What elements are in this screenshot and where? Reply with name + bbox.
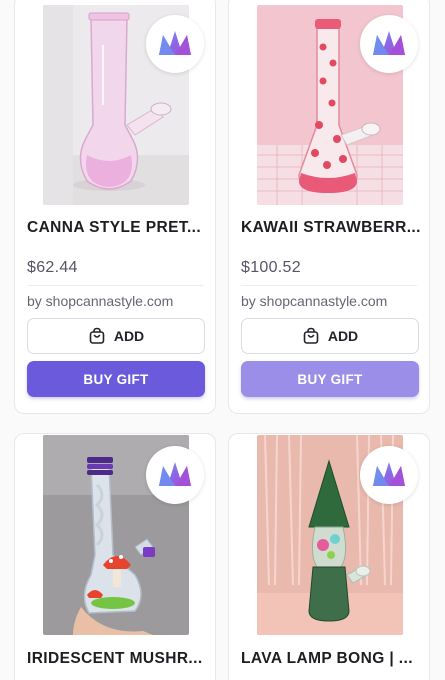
crown-logo-icon: [146, 15, 204, 73]
crown-logo-icon: [360, 446, 418, 504]
add-to-cart-button[interactable]: ADD: [241, 318, 419, 354]
add-button-label: ADD: [327, 328, 359, 344]
crown-logo-icon: [146, 446, 204, 504]
crown-logo-icon: [360, 15, 418, 73]
product-card[interactable]: IRIDESCENT MUSHR...: [14, 433, 216, 680]
product-card[interactable]: LAVA LAMP BONG | ...: [228, 433, 430, 680]
product-card[interactable]: KAWAII STRAWBERR... $100.52 by shopcanna…: [228, 0, 430, 414]
seller-label: by shopcannastyle.com: [27, 293, 174, 309]
divider: [27, 285, 203, 286]
product-price: $100.52: [241, 259, 301, 276]
product-title[interactable]: IRIDESCENT MUSHR...: [27, 650, 207, 668]
product-price: $62.44: [27, 259, 78, 276]
product-card[interactable]: CANNA STYLE PRET... $62.44 by shopcannas…: [14, 0, 216, 414]
seller-label: by shopcannastyle.com: [241, 293, 388, 309]
buy-gift-button[interactable]: BUY GIFT: [241, 361, 419, 397]
buy-gift-button[interactable]: BUY GIFT: [27, 361, 205, 397]
shopping-bag-icon: [303, 327, 319, 344]
product-title[interactable]: CANNA STYLE PRET...: [27, 219, 207, 237]
divider: [241, 285, 417, 286]
product-title[interactable]: LAVA LAMP BONG | ...: [241, 650, 421, 668]
add-button-label: ADD: [113, 328, 145, 344]
product-title[interactable]: KAWAII STRAWBERR...: [241, 219, 421, 237]
add-to-cart-button[interactable]: ADD: [27, 318, 205, 354]
shopping-bag-icon: [89, 327, 105, 344]
